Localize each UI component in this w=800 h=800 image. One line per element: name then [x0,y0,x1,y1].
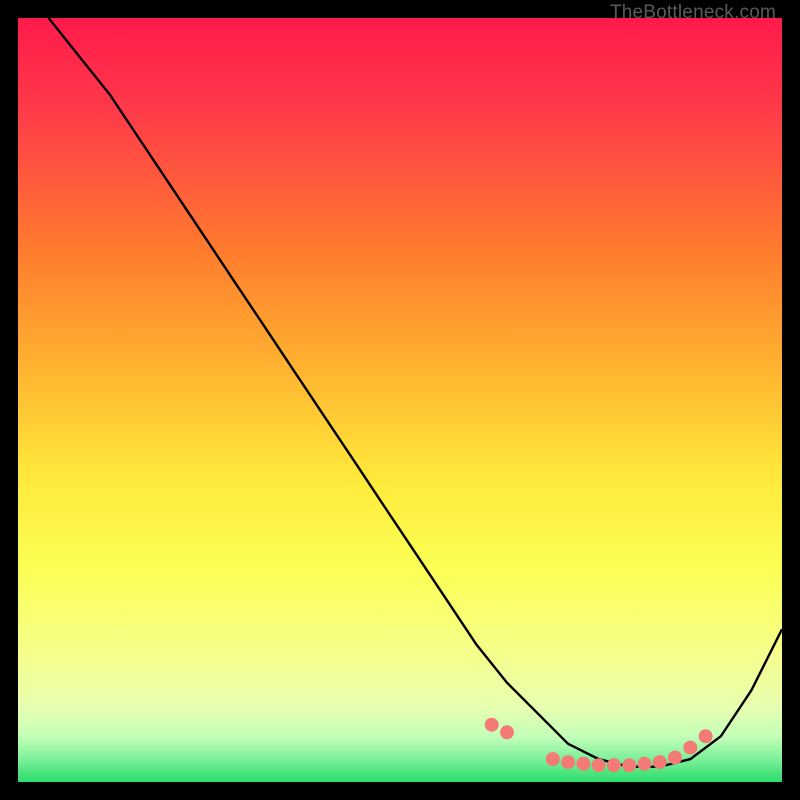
curve-dot [561,755,575,769]
curve-dot [638,757,652,771]
curve-dot [699,729,713,743]
curve-dot [546,752,560,766]
curve-dot [576,757,590,771]
curve-dot [485,718,499,732]
curve-dot [592,758,606,772]
chart-svg [18,18,782,782]
curve-dot [500,725,514,739]
curve-dot [668,751,682,765]
chart-frame [18,18,782,782]
curve-dot [607,758,621,772]
curve-dot [683,741,697,755]
curve-dot [622,758,636,772]
curve-dot [653,755,667,769]
watermark-text: TheBottleneck.com [610,2,776,24]
gradient-background [18,18,782,782]
